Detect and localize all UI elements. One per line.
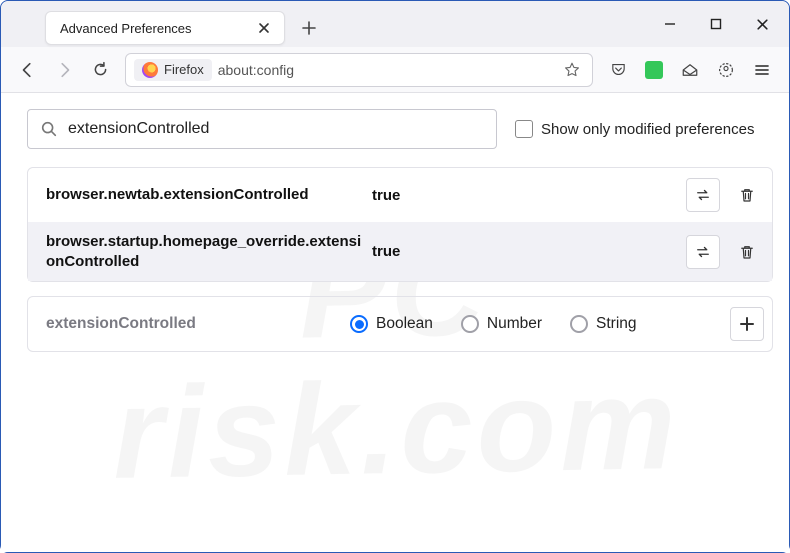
tab-strip: Advanced Preferences [1,1,323,47]
delete-button[interactable] [730,178,764,212]
radio-number[interactable]: Number [461,315,542,333]
trash-icon [738,186,756,204]
pref-row[interactable]: browser.startup.homepage_override.extens… [28,222,772,281]
show-modified-checkbox[interactable]: Show only modified preferences [515,120,754,138]
delete-button[interactable] [730,235,764,269]
tab-advanced-preferences[interactable]: Advanced Preferences [45,11,285,45]
firefox-window: Advanced Preferences [0,0,790,553]
type-radio-group: Boolean Number String [342,315,724,333]
row-actions [686,235,764,269]
add-pref-button[interactable] [730,307,764,341]
swap-icon [694,243,712,261]
search-input[interactable] [68,120,484,138]
pocket-icon[interactable] [601,53,635,87]
radio-icon [570,315,588,333]
forward-button[interactable] [47,53,81,87]
new-pref-name: extensionControlled [46,315,336,333]
radio-icon [350,315,368,333]
checkbox-icon[interactable] [515,120,533,138]
firefox-logo-icon [142,62,158,78]
plus-icon [739,316,755,332]
urlbar[interactable]: Firefox about:config [125,53,593,87]
trash-icon [738,243,756,261]
new-tab-button[interactable] [295,14,323,42]
reload-button[interactable] [83,53,117,87]
bookmark-star-icon[interactable] [558,56,586,84]
identity-chip[interactable]: Firefox [134,59,212,81]
back-button[interactable] [11,53,45,87]
minimize-button[interactable] [647,6,693,42]
pref-value: true [372,243,680,260]
preference-list: browser.newtab.extensionControlled true … [27,167,773,282]
app-menu-icon[interactable] [745,53,779,87]
account-icon[interactable] [709,53,743,87]
search-row: Show only modified preferences [1,93,789,161]
pref-search-box[interactable] [27,109,497,149]
toggle-button[interactable] [686,235,720,269]
identity-label: Firefox [164,62,204,77]
titlebar: Advanced Preferences [1,1,789,47]
radio-number-label: Number [487,315,542,333]
inbox-icon[interactable] [673,53,707,87]
window-controls [647,1,785,47]
about-config-content: PC risk.com Show only modified preferenc… [1,93,789,552]
tab-title: Advanced Preferences [60,21,254,36]
pref-name: browser.newtab.extensionControlled [46,185,366,205]
close-window-button[interactable] [739,6,785,42]
extension-icon[interactable] [637,53,671,87]
close-icon[interactable] [254,18,274,38]
radio-boolean[interactable]: Boolean [350,315,433,333]
nav-toolbar: Firefox about:config [1,47,789,93]
radio-string-label: String [596,315,637,333]
pref-name: browser.startup.homepage_override.extens… [46,232,366,271]
pref-row[interactable]: browser.newtab.extensionControlled true [28,168,772,222]
new-preference-row: extensionControlled Boolean Number Strin… [27,296,773,352]
radio-string[interactable]: String [570,315,637,333]
row-actions [686,178,764,212]
swap-icon [694,186,712,204]
maximize-button[interactable] [693,6,739,42]
url-text[interactable]: about:config [218,62,552,78]
toggle-button[interactable] [686,178,720,212]
radio-boolean-label: Boolean [376,315,433,333]
search-icon [40,120,58,138]
pref-value: true [372,187,680,204]
checkbox-label: Show only modified preferences [541,121,754,138]
radio-icon [461,315,479,333]
